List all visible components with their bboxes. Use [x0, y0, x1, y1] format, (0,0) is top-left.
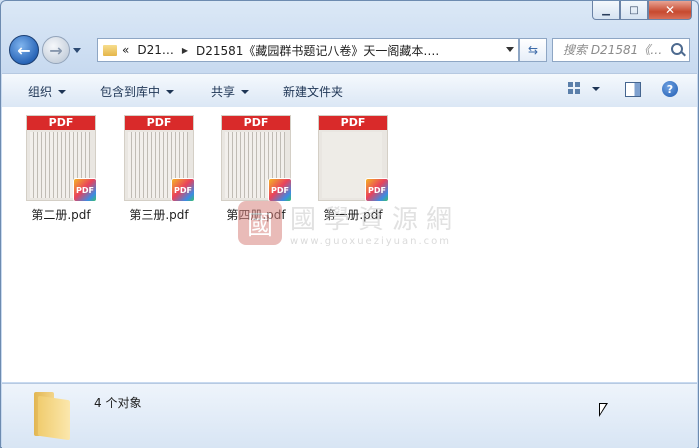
share-menu[interactable]: 共享: [211, 83, 250, 100]
folder-icon: [30, 392, 74, 441]
pdf-app-icon: PDF: [171, 178, 195, 202]
search-input[interactable]: [561, 42, 673, 58]
explorer-window: ▁ □ ✕ ← → « D21… ▶ D21581《藏园群书题记八卷》天一阁藏本…: [0, 0, 699, 448]
address-overflow[interactable]: «: [122, 43, 129, 57]
command-bar: 组织 包含到库中 共享 新建文件夹 ?: [2, 73, 697, 108]
arrow-right-icon: →: [49, 40, 63, 60]
mouse-cursor-icon: [599, 403, 608, 417]
minimize-button[interactable]: ▁: [592, 1, 620, 20]
pdf-ribbon: PDF: [125, 116, 193, 130]
navigation-buttons: ← →: [9, 35, 81, 65]
maximize-button[interactable]: □: [620, 1, 648, 20]
pdf-thumbnail: PDF PDF: [221, 115, 292, 202]
refresh-button[interactable]: ⇆: [519, 38, 547, 62]
include-library-label: 包含到库中: [100, 85, 161, 99]
address-bar[interactable]: « D21… ▶ D21581《藏园群书题记八卷》天一阁藏本….: [97, 38, 519, 62]
include-in-library-menu[interactable]: 包含到库中: [100, 83, 175, 100]
pdf-thumbnail: PDF PDF: [124, 115, 195, 202]
file-item[interactable]: PDF PDF 第二册.pdf: [19, 115, 103, 223]
chevron-down-icon: [166, 89, 175, 94]
pdf-ribbon: PDF: [319, 116, 387, 130]
pdf-app-icon: PDF: [73, 178, 97, 202]
change-view-button[interactable]: [568, 82, 600, 96]
pdf-ribbon: PDF: [222, 116, 290, 130]
chevron-right-icon[interactable]: ▶: [182, 46, 188, 55]
watermark-seal-icon: 國: [238, 201, 282, 245]
new-folder-label: 新建文件夹: [283, 85, 344, 99]
preview-pane-button[interactable]: [625, 82, 641, 97]
organize-menu[interactable]: 组织: [28, 83, 67, 100]
arrow-left-icon: ←: [17, 40, 31, 60]
help-button[interactable]: ?: [662, 81, 678, 97]
caption-buttons: ▁ □ ✕: [592, 1, 692, 20]
chevron-down-icon: [58, 89, 67, 94]
search-icon[interactable]: [671, 43, 683, 55]
watermark: 國 國學資源網 www.guoxueziyuan.com: [238, 199, 460, 247]
file-name[interactable]: 第二册.pdf: [19, 206, 103, 223]
recent-pages-dropdown[interactable]: [73, 47, 81, 53]
watermark-text: 國學資源網: [290, 205, 461, 235]
search-box[interactable]: [552, 38, 690, 62]
pdf-thumbnail: PDF PDF: [26, 115, 97, 202]
breadcrumb-current[interactable]: D21581《藏园群书题记八卷》天一阁藏本….: [196, 42, 439, 59]
file-item[interactable]: PDF PDF 第三册.pdf: [117, 115, 201, 223]
folder-icon: [103, 44, 117, 56]
new-folder-button[interactable]: 新建文件夹: [283, 83, 343, 100]
chevron-down-icon: [241, 89, 250, 94]
organize-label: 组织: [28, 85, 53, 99]
file-name[interactable]: 第三册.pdf: [117, 206, 201, 223]
share-label: 共享: [211, 85, 236, 99]
pdf-thumbnail: PDF PDF: [318, 115, 389, 202]
back-button[interactable]: ←: [9, 35, 39, 65]
pdf-ribbon: PDF: [27, 116, 95, 130]
close-button[interactable]: ✕: [648, 1, 692, 20]
details-pane: 4 个对象: [2, 383, 697, 448]
watermark-url: www.guoxueziyuan.com: [290, 236, 451, 247]
address-dropdown-button[interactable]: [506, 47, 514, 52]
breadcrumb-parent[interactable]: D21…: [137, 43, 174, 57]
forward-button[interactable]: →: [42, 36, 70, 64]
chevron-down-icon[interactable]: [592, 87, 600, 91]
item-count: 4 个对象: [94, 396, 142, 410]
file-list[interactable]: PDF PDF 第二册.pdf PDF PDF 第三册.pdf PDF PDF …: [2, 107, 697, 382]
refresh-icon: ⇆: [527, 43, 539, 57]
